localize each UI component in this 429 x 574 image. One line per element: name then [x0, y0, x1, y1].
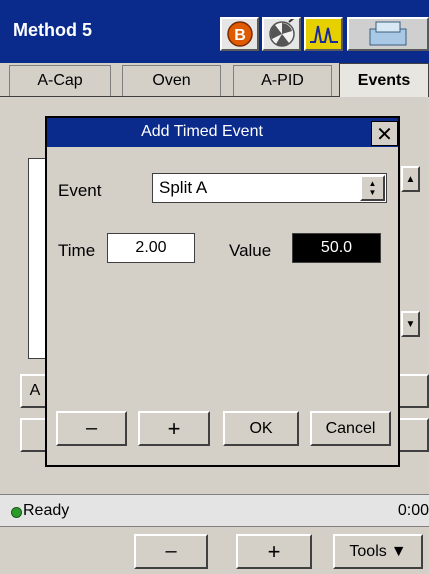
time-input[interactable]: 2.00	[107, 233, 195, 263]
close-icon: ✕	[376, 121, 393, 146]
title-bar: Method 5 B	[0, 0, 429, 63]
chromatogram-icon[interactable]	[304, 17, 343, 51]
tools-menu-button[interactable]: Tools ▼	[333, 534, 423, 569]
background-button-3[interactable]	[396, 374, 429, 408]
background-button-4[interactable]	[396, 418, 429, 452]
scroll-down-button[interactable]: ▼	[401, 311, 420, 337]
ok-button[interactable]: OK	[223, 411, 299, 446]
tools-label: Tools	[349, 542, 387, 560]
event-select[interactable]: Split A ▲ ▼	[152, 173, 387, 203]
chevron-down-icon: ▼	[390, 542, 407, 560]
tab-divider	[0, 96, 339, 97]
event-label: Event	[58, 181, 102, 200]
updown-arrow-icon[interactable]: ▲ ▼	[360, 175, 385, 201]
dialog-title: Add Timed Event	[141, 123, 263, 140]
cancel-button[interactable]: Cancel	[310, 411, 391, 446]
status-indicator-icon	[11, 507, 22, 518]
value-input[interactable]: 50.0	[292, 233, 381, 263]
tab-events[interactable]: Events	[339, 63, 429, 97]
tab-bar: A-Cap Oven A-PID Events	[0, 63, 429, 97]
time-label: Time	[58, 241, 96, 260]
tab-a-cap[interactable]: A-Cap	[9, 65, 111, 96]
svg-text:B: B	[234, 27, 246, 44]
tab-oven[interactable]: Oven	[122, 65, 221, 96]
bottom-minus-button[interactable]: –	[134, 534, 208, 569]
scroll-up-button[interactable]: ▲	[401, 166, 420, 192]
status-time: 0:00	[397, 502, 429, 519]
add-timed-event-dialog: Add Timed Event ✕ Event Split A ▲ ▼ Time …	[45, 116, 400, 467]
vial-tray-icon[interactable]	[347, 17, 429, 51]
value-label: Value	[229, 241, 272, 260]
window-title: Method 5	[13, 20, 92, 40]
dialog-title-bar: Add Timed Event ✕	[47, 118, 398, 147]
event-select-value: Split A	[159, 178, 208, 197]
minus-button[interactable]: –	[56, 411, 127, 446]
tab-a-pid[interactable]: A-PID	[233, 65, 332, 96]
close-button[interactable]: ✕	[371, 121, 398, 146]
b-status-icon[interactable]: B	[220, 17, 259, 51]
plus-button[interactable]: +	[138, 411, 210, 446]
fan-icon[interactable]	[262, 17, 301, 51]
status-bar: Ready 0:00	[0, 494, 429, 527]
status-text: Ready	[23, 502, 70, 519]
background-button-1-label: A	[29, 382, 41, 399]
bottom-plus-button[interactable]: +	[236, 534, 312, 569]
